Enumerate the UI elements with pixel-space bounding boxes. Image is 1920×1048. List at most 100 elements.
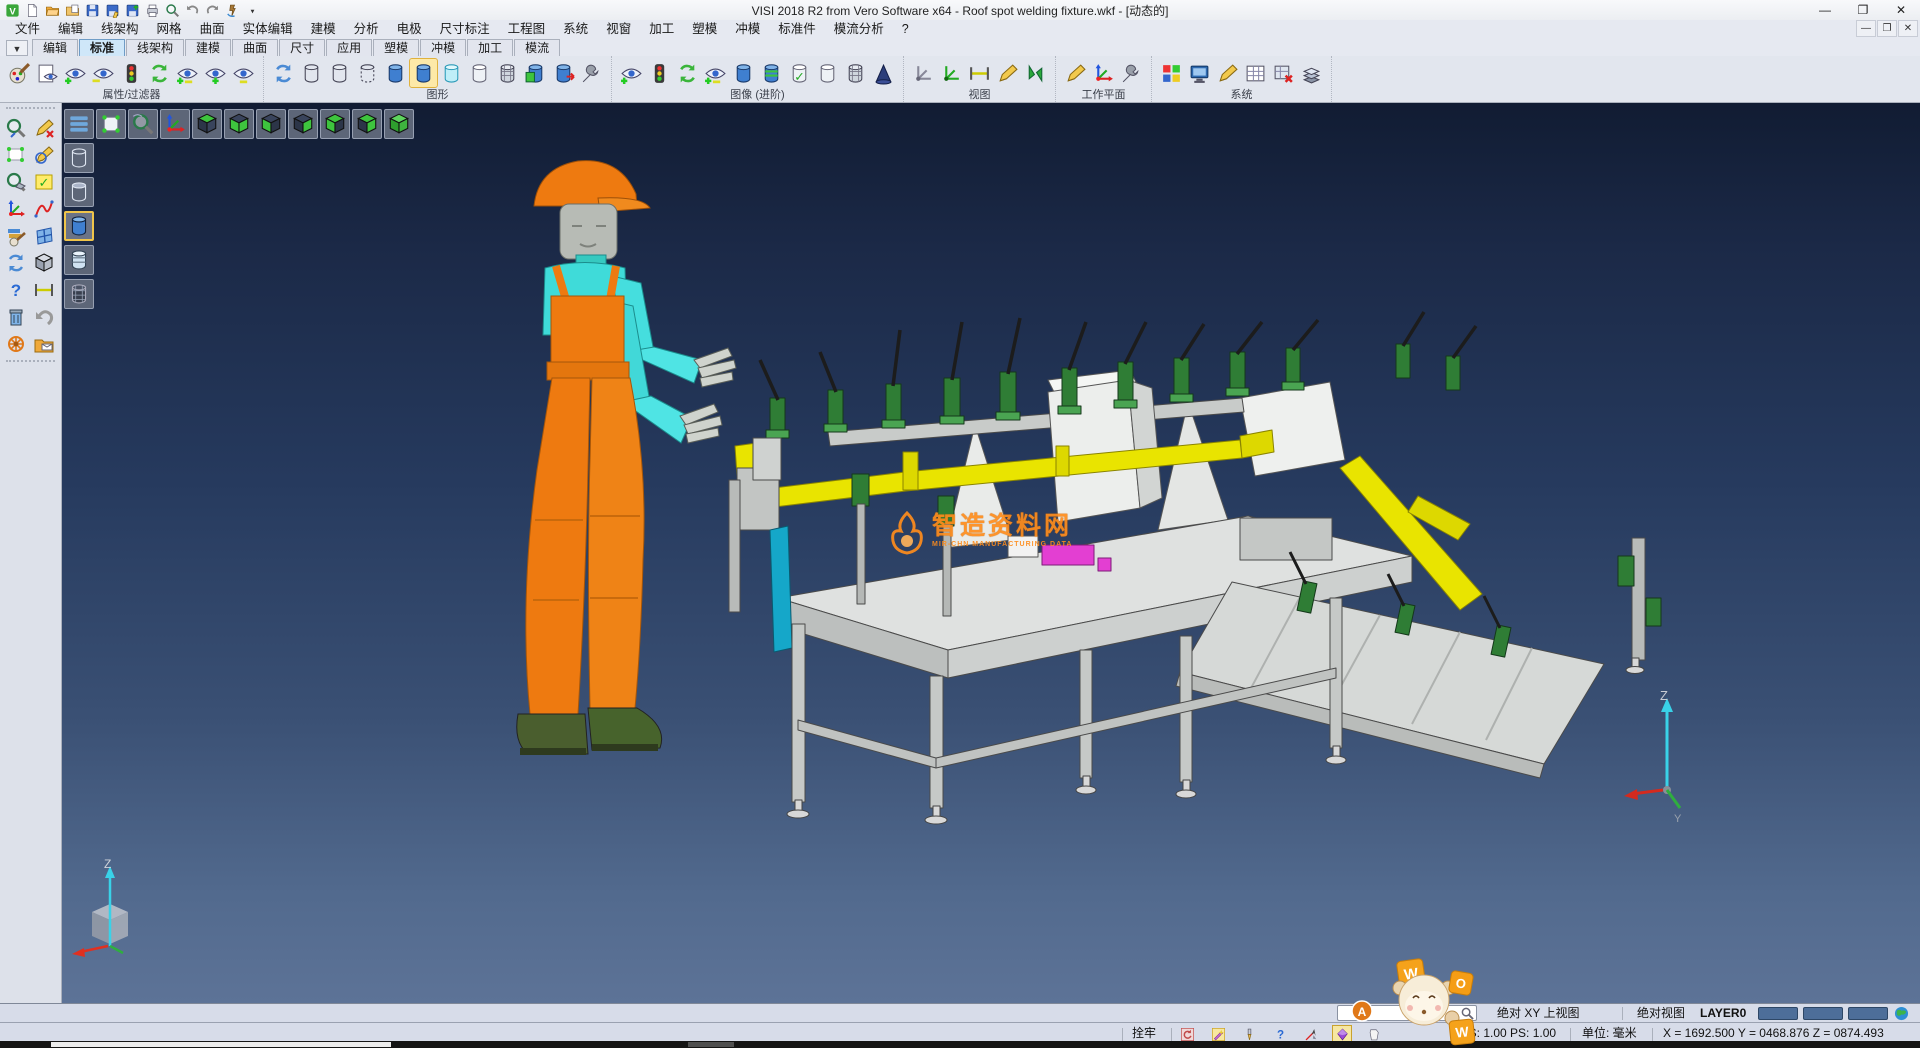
ribbon-tab[interactable]: 曲面	[232, 39, 278, 56]
attributes-brush-icon[interactable]	[6, 59, 33, 87]
mdi-minimize-button[interactable]: —	[1856, 20, 1876, 37]
delete-icon[interactable]	[3, 305, 29, 329]
grid-close-icon[interactable]	[1270, 59, 1297, 87]
spline-icon[interactable]	[31, 197, 57, 221]
adv-cylinder-check-icon[interactable]: ✓	[786, 59, 813, 87]
cylinder-shaded-icon[interactable]	[382, 59, 409, 87]
open-document-icon[interactable]	[31, 332, 57, 356]
window-grid-icon[interactable]	[31, 224, 57, 248]
sidebar-drag-handle[interactable]	[6, 107, 55, 112]
menu-item[interactable]: 模流分析	[825, 20, 893, 38]
render-shaded-icon[interactable]	[64, 211, 94, 241]
ribbon-tab[interactable]: 尺寸	[279, 39, 325, 56]
adv-cylinder-light-icon[interactable]	[814, 59, 841, 87]
minimize-button[interactable]: —	[1806, 0, 1844, 20]
color-swatch[interactable]	[1848, 1007, 1888, 1020]
cube-right-view-icon[interactable]	[352, 109, 382, 139]
grid-edit-icon[interactable]	[1214, 59, 1241, 87]
ucs-icon[interactable]	[3, 197, 29, 221]
color-swatch[interactable]	[1758, 1007, 1798, 1020]
layers-icon[interactable]	[1298, 59, 1325, 87]
menu-item[interactable]: 标准件	[769, 20, 825, 38]
solid-cube-icon[interactable]	[31, 251, 57, 275]
menu-item[interactable]: 塑模	[683, 20, 726, 38]
cylinder-shaded-active-icon[interactable]	[410, 59, 437, 87]
eye-plus-icon[interactable]	[202, 59, 229, 87]
cylinder-compare-icon[interactable]	[522, 59, 549, 87]
view-ruler-icon[interactable]	[966, 59, 993, 87]
redo-icon[interactable]	[203, 2, 221, 18]
maximize-button[interactable]: ❐	[1844, 0, 1882, 20]
monitor-icon[interactable]	[1186, 59, 1213, 87]
erase-edit-icon[interactable]	[31, 116, 57, 140]
history-icon[interactable]	[223, 2, 241, 18]
ribbon-tab[interactable]: 编辑	[32, 39, 78, 56]
help-icon[interactable]: ?	[3, 278, 29, 302]
3d-viewport[interactable]: Z Z Y	[62, 103, 1920, 1003]
menu-item[interactable]: 建模	[302, 20, 345, 38]
adv-cylinder-striped-icon[interactable]	[758, 59, 785, 87]
customize-dropdown-icon[interactable]: ▾	[243, 2, 261, 18]
mdi-close-button[interactable]: ✕	[1898, 20, 1918, 37]
zoom-view-icon[interactable]	[3, 116, 29, 140]
ribbon-tab[interactable]: 应用	[326, 39, 372, 56]
cylinder-mesh-icon[interactable]	[494, 59, 521, 87]
welding-fixture-model[interactable]	[729, 312, 1661, 824]
cylinder-flat-icon[interactable]	[466, 59, 493, 87]
preview-icon[interactable]	[163, 2, 181, 18]
zoom-solid-icon[interactable]	[3, 170, 29, 194]
mdi-restore-button[interactable]: ❐	[1877, 20, 1897, 37]
confirm-check-icon[interactable]: ✓	[31, 170, 57, 194]
menu-item[interactable]: 工程图	[499, 20, 555, 38]
app-logo-icon[interactable]: V	[3, 2, 21, 18]
menu-item[interactable]: 加工	[640, 20, 683, 38]
ribbon-tab[interactable]: 模流	[514, 39, 560, 56]
zoom-dynamic-icon[interactable]	[128, 109, 158, 139]
render-wireframe-icon[interactable]	[64, 143, 94, 173]
view-pencil-icon[interactable]	[994, 59, 1021, 87]
print-icon[interactable]	[143, 2, 161, 18]
eye-plus-minus-icon[interactable]	[174, 59, 201, 87]
workplane-tools-icon[interactable]	[1118, 59, 1145, 87]
menu-item[interactable]: 尺寸标注	[431, 20, 499, 38]
adv-refresh-icon[interactable]	[674, 59, 701, 87]
cylinder-dashed-icon[interactable]	[354, 59, 381, 87]
ribbon-tab[interactable]: 加工	[467, 39, 513, 56]
tab-dropdown-icon[interactable]: ▼	[6, 40, 28, 56]
menu-item[interactable]: 实体编辑	[234, 20, 302, 38]
taskbar-segment[interactable]	[51, 1042, 391, 1047]
eye-add-icon[interactable]	[62, 59, 89, 87]
menu-item[interactable]: 线架构	[92, 20, 148, 38]
ribbon-tab[interactable]: 建模	[185, 39, 231, 56]
cylinder-export-icon[interactable]	[550, 59, 577, 87]
undo-arrow-icon[interactable]	[31, 305, 57, 329]
render-hidden-line-icon[interactable]	[64, 177, 94, 207]
save-icon[interactable]	[83, 2, 101, 18]
menu-item[interactable]: ?	[893, 20, 918, 38]
adv-plus-minus-icon[interactable]	[702, 59, 729, 87]
sidebar-drag-handle[interactable]	[6, 360, 55, 365]
color-swatch[interactable]	[1803, 1007, 1843, 1020]
active-layer-label[interactable]: LAYER0	[1700, 1005, 1746, 1022]
undo-icon[interactable]	[183, 2, 201, 18]
cylinder-hidden-icon[interactable]	[326, 59, 353, 87]
attributes-palette-icon[interactable]	[3, 224, 29, 248]
measure-icon[interactable]	[31, 278, 57, 302]
cube-bottom-view-icon[interactable]	[224, 109, 254, 139]
sketch-edit-icon[interactable]	[31, 143, 57, 167]
menu-item[interactable]: 文件	[6, 20, 49, 38]
cylinder-translucent-icon[interactable]	[438, 59, 465, 87]
eye-minus-icon[interactable]	[230, 59, 257, 87]
menu-item[interactable]: 曲面	[191, 20, 234, 38]
ribbon-tab[interactable]: 塑模	[373, 39, 419, 56]
snap-lock-label[interactable]: 拴牢	[1132, 1025, 1156, 1042]
color-grid-icon[interactable]	[1158, 59, 1185, 87]
ribbon-tab[interactable]: 线架构	[126, 39, 184, 56]
cube-front-view-icon[interactable]	[256, 109, 286, 139]
workplane-csys-icon[interactable]	[1090, 59, 1117, 87]
open-file-icon[interactable]	[43, 2, 61, 18]
ribbon-tab[interactable]: 冲模	[420, 39, 466, 56]
menu-item[interactable]: 电极	[388, 20, 431, 38]
adv-cylinder-net-icon[interactable]	[842, 59, 869, 87]
view-csys-icon[interactable]	[910, 59, 937, 87]
